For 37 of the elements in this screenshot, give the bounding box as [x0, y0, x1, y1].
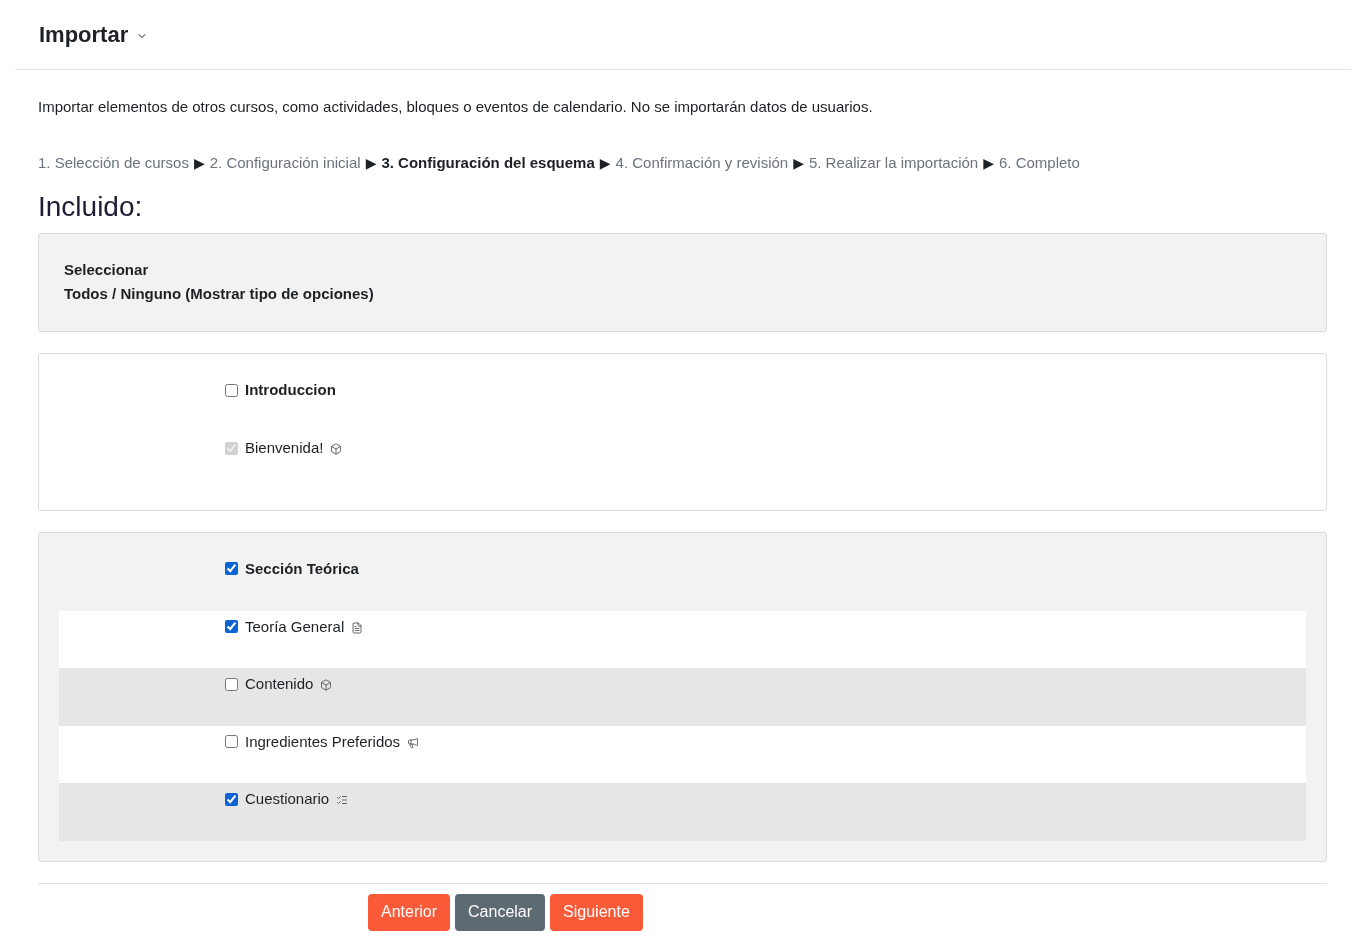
section-title: Introduccion — [245, 380, 336, 400]
step-label: 1. Selección de cursos — [38, 153, 189, 173]
step-label: 6. Completo — [998, 153, 1080, 173]
nav-button[interactable]: Siguiente — [550, 893, 643, 931]
step-label: 5. Realizar la importación — [808, 153, 979, 173]
document-icon — [351, 621, 364, 634]
select-options-text: Todos / Ninguno (Mostrar tipo de opciones) — [64, 284, 375, 304]
checkbox[interactable] — [225, 562, 238, 575]
step-separator: ▶ — [983, 154, 994, 173]
step-separator: ▶ — [365, 154, 377, 173]
checkbox[interactable] — [225, 620, 238, 633]
activity-label: Contenido — [245, 674, 314, 694]
select-label: Seleccionar — [64, 260, 150, 280]
step-separator: ▶ — [793, 154, 804, 173]
cube-icon — [320, 679, 333, 691]
checkbox[interactable] — [225, 735, 238, 748]
checkbox[interactable] — [225, 677, 238, 691]
nav-button[interactable]: Anterior — [368, 893, 451, 931]
cube-icon — [330, 443, 343, 455]
nav-button[interactable]: Cancelar — [455, 893, 546, 931]
activity-label: Ingredientes Preferidos — [245, 731, 401, 752]
step-label: 3. Configuración del esquema — [381, 153, 595, 173]
activity-label: Teoría General — [245, 616, 345, 637]
step-separator: ▶ — [193, 154, 205, 173]
section-title: Sección Teórica — [245, 558, 359, 579]
description-text: Importar elementos de otros cursos, como actividades, bloques o eventos de calendario. No se importarán datos de usuarios. — [38, 97, 874, 117]
activity-label: Bienvenida! — [245, 438, 324, 458]
section-heading: Incluido: — [38, 190, 144, 224]
checkbox[interactable] — [225, 792, 238, 806]
megaphone-icon — [407, 736, 420, 749]
step-label: 4. Confirmación y revisión — [615, 153, 789, 173]
step-separator: ▶ — [599, 154, 611, 173]
step-label: 2. Configuración inicial — [209, 153, 361, 173]
activity-label: Cuestionario — [245, 789, 330, 809]
checkbox[interactable] — [225, 383, 238, 397]
page-title: Importar — [39, 20, 129, 49]
checklist-icon — [336, 794, 349, 806]
